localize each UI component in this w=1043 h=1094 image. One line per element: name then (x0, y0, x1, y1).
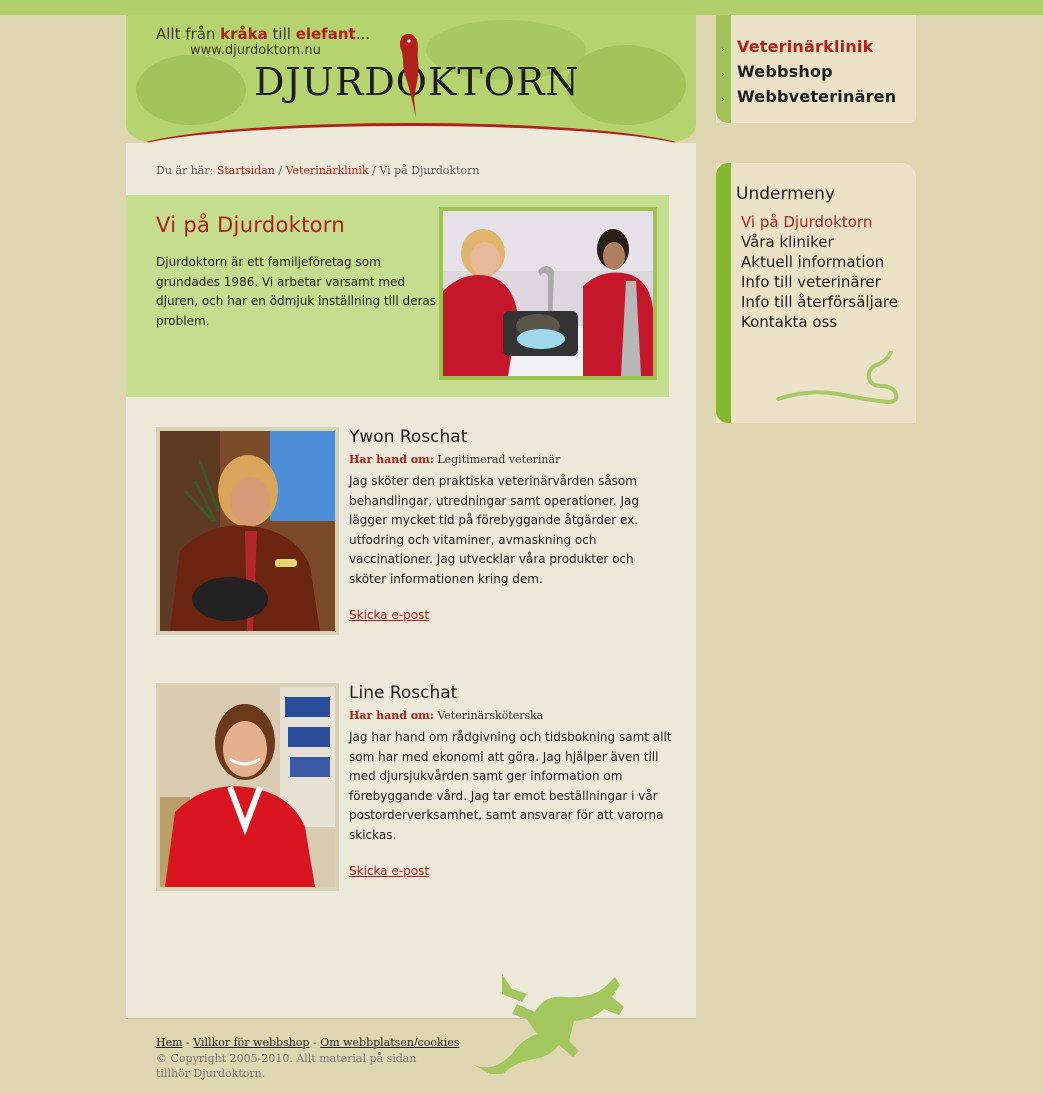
submenu-item-label: Info till veterinärer (741, 273, 881, 291)
breadcrumb-prefix: Du är här: (156, 164, 217, 177)
staff-role: Har hand om: Veterinärsköterska (349, 709, 543, 722)
arrow-icon: › (721, 45, 725, 55)
submenu-item-label: Vi på Djurdoktorn (741, 213, 873, 231)
nav-item-veterinarklinik[interactable]: › Veterinärklinik (721, 37, 873, 56)
header-decoration (566, 45, 686, 125)
submenu-item-kontakta-oss[interactable]: › Kontakta oss (721, 313, 837, 331)
staff-card: Line Roschat Har hand om: Veterinärsköte… (156, 683, 676, 893)
arrow-icon: › (721, 260, 725, 270)
staff-description: Jag sköter den praktiska veterinärvården… (349, 474, 640, 586)
staff-role-label: Har hand om: (349, 709, 434, 722)
staff-photo (156, 427, 339, 635)
lizard-icon (472, 974, 624, 1074)
staff-role-value: Legitimerad veterinär (437, 453, 561, 466)
site-header: Allt från kråka till elefant... www.djur… (126, 15, 696, 143)
arrow-icon: › (721, 280, 725, 290)
submenu-item-info-aterforsaljare[interactable]: › Info till återförsäljare (721, 293, 898, 311)
arrow-icon: › (721, 300, 725, 310)
snake-icon (776, 351, 899, 405)
footer-link-home[interactable]: Hem (156, 1036, 183, 1049)
intro-box: Vi på Djurdoktorn Djurdoktorn är ett fam… (126, 195, 669, 397)
site-url: www.djurdoktorn.nu (190, 43, 321, 58)
staff-photo-image (160, 431, 335, 631)
staff-role-label: Har hand om: (349, 453, 434, 466)
submenu-item-label: Våra kliniker (741, 233, 834, 251)
arrow-icon: › (721, 240, 725, 250)
intro-photo (439, 207, 657, 380)
site-footer: Hem - Villkor för webbshop - Om webbplat… (126, 974, 696, 1094)
intro-text: Djurdoktorn är ett familjeföretag som gr… (156, 255, 437, 328)
breadcrumb-link-home[interactable]: Startsidan (217, 164, 275, 177)
main-content: Du är här: Startsidan / Veterinärklinik … (126, 143, 696, 1018)
slogan-word2: elefant (295, 25, 356, 43)
footer-separator: - (182, 1036, 194, 1049)
page-title: Vi på Djurdoktorn (156, 213, 345, 237)
arrow-icon: › (721, 95, 725, 105)
arrow-icon: › (721, 70, 725, 80)
submenu-title: Undermeny (736, 184, 836, 204)
nav-item-label: Veterinärklinik (737, 37, 874, 56)
staff-role: Har hand om: Legitimerad veterinär (349, 453, 560, 466)
submenu-item-vi-pa-djurdoktorn[interactable]: › Vi på Djurdoktorn (721, 213, 872, 231)
send-email-link[interactable]: Skicka e-post (349, 608, 429, 622)
staff-card: Ywon Roschat Har hand om: Legitimerad ve… (156, 427, 676, 637)
submenu-item-label: Info till återförsäljare (741, 293, 899, 311)
staff-name: Ywon Roschat (349, 427, 468, 447)
breadcrumb-link-clinic[interactable]: Veterinärklinik (286, 164, 369, 177)
breadcrumb-separator: / (274, 164, 286, 177)
copyright-text: © Copyright 2005-2010. Allt material på … (156, 1052, 417, 1080)
slogan-suffix: ... (355, 25, 370, 43)
footer-separator: - (309, 1036, 321, 1049)
header-divider (126, 123, 696, 143)
submenu-item-label: Aktuell information (741, 253, 885, 271)
slogan-mid: till (267, 25, 296, 43)
staff-role-value: Veterinärsköterska (437, 709, 544, 722)
staff-name: Line Roschat (349, 683, 458, 703)
submenu-item-info-veterinarer[interactable]: › Info till veterinärer (721, 273, 881, 291)
parrot-icon (400, 34, 419, 118)
breadcrumb-current: Vi på Djurdoktorn (379, 164, 480, 177)
staff-description: Jag har hand om rådgivning och tidsbokni… (349, 730, 672, 842)
nav-item-label: Webbshop (737, 62, 833, 81)
main-navigation: › Veterinärklinik › Webbshop › Webbveterinä… (716, 15, 916, 123)
nav-item-webbveterinaren[interactable]: › Webbveterinären (721, 87, 896, 106)
slogan: Allt från kråka till elefant... (156, 25, 370, 43)
header-decoration (136, 55, 246, 125)
breadcrumb: Du är här: Startsidan / Veterinärklinik … (156, 164, 479, 177)
submenu-item-aktuell-information[interactable]: › Aktuell information (721, 253, 884, 271)
slogan-word1: kråka (220, 25, 268, 43)
footer-link-about[interactable]: Om webbplatsen/cookies (320, 1036, 459, 1049)
footer-link-terms[interactable]: Villkor för webbshop (193, 1036, 309, 1049)
submenu: Undermeny › Vi på Djurdoktorn › Våra klini… (716, 163, 916, 423)
submenu-item-vara-kliniker[interactable]: › Våra kliniker (721, 233, 834, 251)
footer-links: Hem - Villkor för webbshop - Om webbplat… (156, 1036, 459, 1049)
staff-photo-image (160, 687, 335, 887)
send-email-link[interactable]: Skicka e-post (349, 864, 429, 878)
arrow-icon: › (721, 220, 725, 230)
clinic-photo-image (443, 211, 653, 376)
breadcrumb-separator: / (368, 164, 380, 177)
slogan-prefix: Allt från (156, 25, 221, 43)
staff-photo (156, 683, 339, 891)
nav-item-label: Webbveterinären (737, 87, 897, 106)
top-bar (0, 0, 1043, 15)
arrow-icon: › (721, 320, 725, 330)
nav-item-webbshop[interactable]: › Webbshop (721, 62, 833, 81)
submenu-item-label: Kontakta oss (741, 313, 838, 331)
